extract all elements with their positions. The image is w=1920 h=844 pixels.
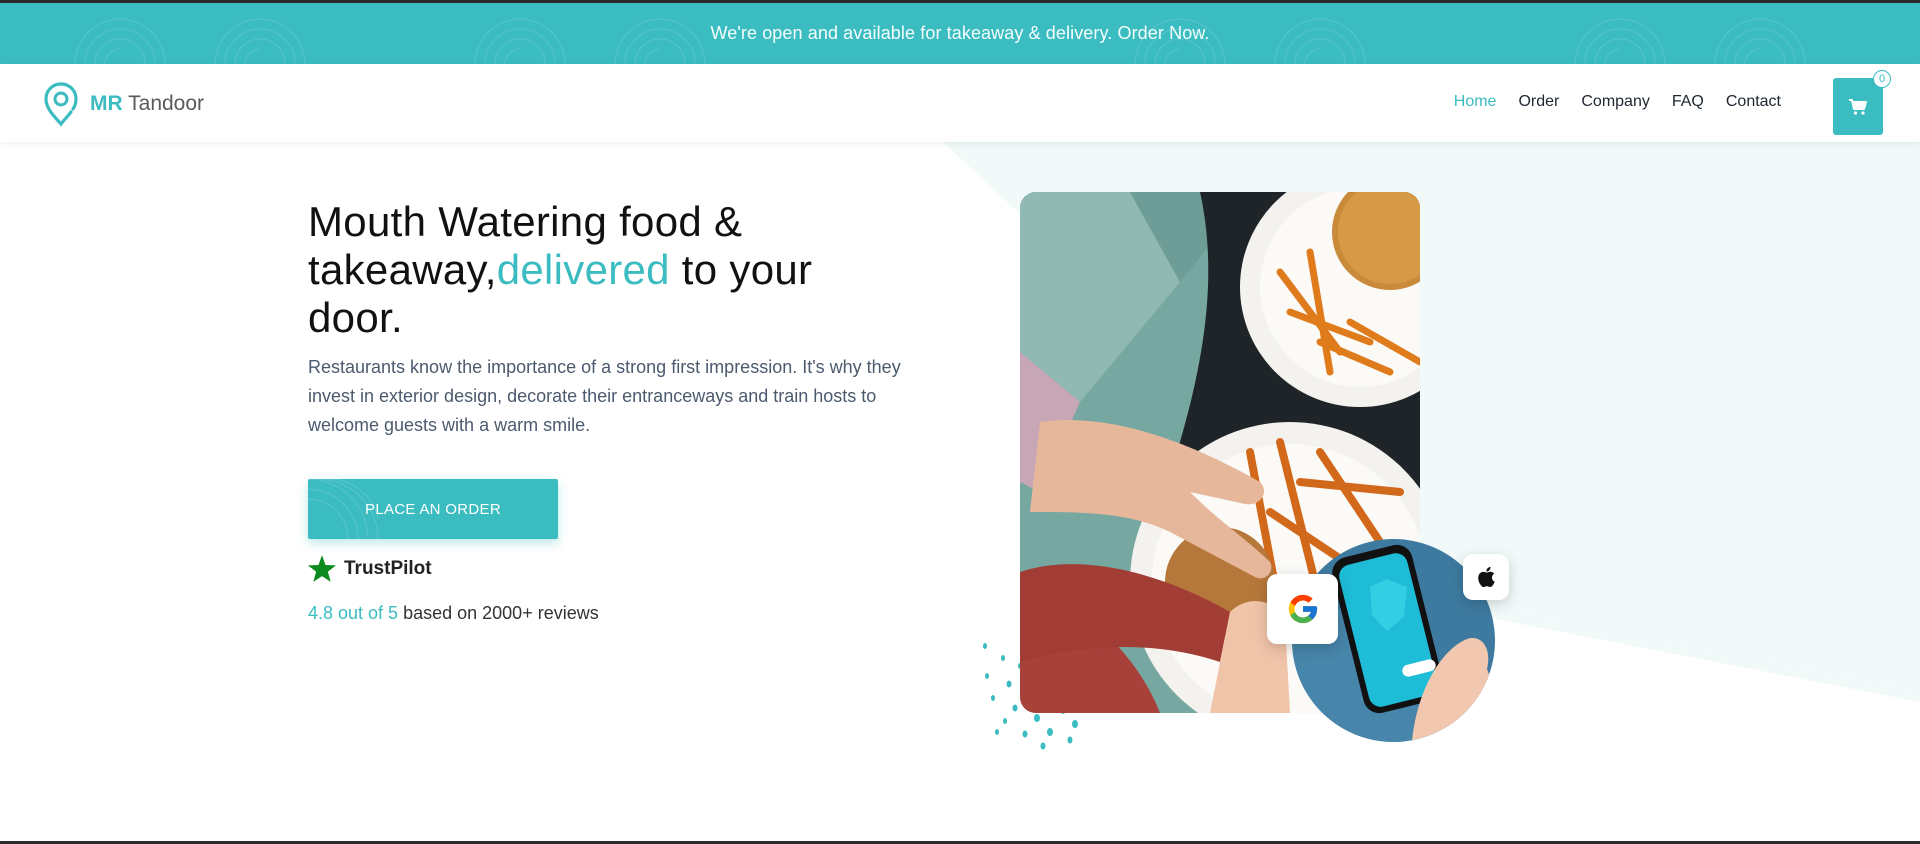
place-order-button[interactable]: PLACE AN ORDER bbox=[308, 479, 558, 539]
rating-score: 4.8 out of 5 bbox=[308, 603, 399, 623]
cart-count-badge: 0 bbox=[1873, 70, 1891, 88]
place-order-label: PLACE AN ORDER bbox=[365, 500, 501, 518]
google-icon bbox=[1288, 594, 1317, 624]
hero-title-line2-post: to your bbox=[669, 246, 813, 293]
hero-title-line1: Mouth Watering food & bbox=[308, 198, 743, 245]
hero-title-line3: door. bbox=[308, 294, 403, 341]
brand-mr: MR bbox=[90, 92, 123, 115]
rating-text: 4.8 out of 5 based on 2000+ reviews bbox=[308, 603, 599, 624]
trustpilot[interactable]: TrustPilot bbox=[308, 555, 432, 582]
site-header: MR Tandoor Home Order Company FAQ Contac… bbox=[0, 64, 1920, 142]
hero-description: Restaurants know the importance of a str… bbox=[308, 357, 901, 435]
nav-company[interactable]: Company bbox=[1581, 93, 1649, 111]
hero-title-line2-pre: takeaway, bbox=[308, 246, 497, 293]
cart-button[interactable]: 0 bbox=[1833, 70, 1891, 135]
nav-faq[interactable]: FAQ bbox=[1672, 93, 1704, 111]
brand-tandoor: Tandoor bbox=[128, 92, 205, 115]
announcement-text[interactable]: We're open and available for takeaway & … bbox=[710, 23, 1209, 44]
hero-background-shape bbox=[943, 142, 1920, 702]
location-pin-icon bbox=[44, 82, 78, 127]
logo[interactable]: MR Tandoor bbox=[42, 81, 204, 127]
nav-home[interactable]: Home bbox=[1454, 93, 1497, 111]
page: We're open and available for takeaway & … bbox=[0, 0, 1920, 844]
nav-contact[interactable]: Contact bbox=[1726, 93, 1781, 111]
google-play-badge[interactable] bbox=[1267, 574, 1338, 644]
nav-order[interactable]: Order bbox=[1518, 93, 1559, 111]
star-icon bbox=[308, 555, 336, 582]
app-store-badge[interactable] bbox=[1463, 554, 1509, 600]
rating-reviews: based on 2000+ reviews bbox=[398, 603, 599, 623]
hero-title: Mouth Watering food & takeaway,delivered… bbox=[308, 198, 908, 342]
apple-icon bbox=[1478, 566, 1495, 588]
hero-title-accent: delivered bbox=[496, 246, 670, 293]
announcement-bar: We're open and available for takeaway & … bbox=[0, 3, 1920, 64]
brand-name: MR Tandoor bbox=[90, 92, 204, 116]
main-nav: Home Order Company FAQ Contact bbox=[1432, 93, 1781, 111]
trustpilot-name: TrustPilot bbox=[344, 557, 432, 579]
cart-icon bbox=[1849, 98, 1867, 115]
